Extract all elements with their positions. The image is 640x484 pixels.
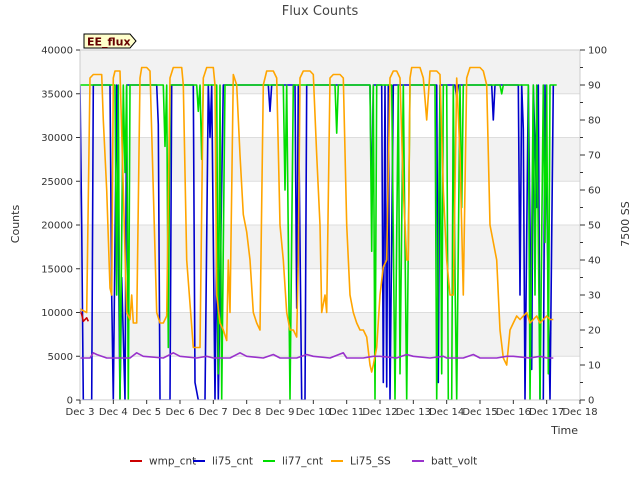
legend-item: wmp_cnt: [130, 456, 196, 468]
legend-label: Li75_SS: [350, 456, 391, 468]
x-tick-label: Dec 15: [462, 407, 497, 418]
y-tick-label: 30000: [41, 133, 73, 144]
y-tick-label: 15000: [41, 264, 73, 275]
legend-item: batt_volt: [412, 456, 477, 468]
grid-band: [80, 312, 580, 357]
y2-tick-label: 40: [588, 256, 601, 267]
y2-tick-label: 10: [588, 361, 601, 372]
chart-canvas: Dec 3 Dec 4 Dec 5 Dec 6 Dec 7 Dec 8 Dec 9 Dec 1…: [9, 4, 632, 468]
x-tick-label: Dec 12: [362, 407, 397, 418]
x-tick-label: Dec 6: [166, 407, 195, 418]
y2-tick-label: 80: [588, 116, 601, 127]
x-tick-label: Dec 16: [496, 407, 531, 418]
legend-label: li75_cnt: [212, 456, 253, 468]
x-tick-label: Dec 9: [266, 407, 295, 418]
y-tick-label: 20000: [41, 221, 73, 232]
x-axis: Dec 3 Dec 4 Dec 5 Dec 6 Dec 7 Dec 8 Dec 9 Dec 1…: [66, 400, 598, 418]
y-tick-label: 40000: [41, 46, 73, 57]
y-tick-label: 5000: [48, 352, 73, 363]
y2-tick-label: 60: [588, 186, 601, 197]
y-tick-label: 25000: [41, 177, 73, 188]
y2-tick-label: 0: [588, 396, 594, 407]
x-tick-label: Dec 17: [529, 407, 564, 418]
y2-tick-label: 30: [588, 291, 601, 302]
chart-title: Flux Counts: [282, 4, 359, 19]
legend-label: wmp_cnt: [149, 456, 196, 468]
x-tick-label: Dec 18: [562, 407, 597, 418]
legend-label: li77_cnt: [282, 456, 323, 468]
y-tick-label: 35000: [41, 89, 73, 100]
x-tick-label: Dec 13: [396, 407, 431, 418]
legend-item: li77_cnt: [263, 456, 323, 468]
x-tick-label: Dec 4: [99, 407, 128, 418]
x-tick-label: Dec 10: [296, 407, 331, 418]
y-tick-label: 0: [67, 396, 73, 407]
y2-tick-label: 20: [588, 326, 601, 337]
y2-tick-label: 100: [588, 46, 607, 57]
ee-flux-badge-label: EE_flux: [87, 36, 131, 49]
y2-axis: 0 10 20 30 40 50 60 70 80 90 100: [580, 46, 607, 407]
flux-counts-chart: Dec 3 Dec 4 Dec 5 Dec 6 Dec 7 Dec 8 Dec 9 Dec 1…: [0, 0, 640, 480]
x-tick-label: Dec 5: [132, 407, 161, 418]
y-axis-label: Counts: [9, 205, 22, 244]
ee-flux-badge: EE_flux: [83, 33, 137, 49]
x-tick-label: Dec 3: [66, 407, 95, 418]
y2-tick-label: 50: [588, 221, 601, 232]
x-tick-label: Dec 7: [199, 407, 228, 418]
x-tick-label: Dec 11: [329, 407, 364, 418]
legend-label: batt_volt: [431, 456, 477, 468]
legend-item: Li75_SS: [331, 456, 391, 468]
y2-tick-label: 70: [588, 151, 601, 162]
y2-tick-label: 90: [588, 81, 601, 92]
legend: wmp_cnt li75_cnt li77_cnt Li75_SS batt_volt: [130, 456, 477, 468]
y-axis: 0 5000 10000 15000 20000 25000 30000 35000 40000: [41, 46, 80, 407]
x-tick-label: Dec 8: [232, 407, 261, 418]
x-axis-label: Time: [550, 424, 578, 437]
y-tick-label: 10000: [41, 308, 73, 319]
grid-band: [80, 137, 580, 182]
legend-item: li75_cnt: [193, 456, 253, 468]
y2-axis-label: 7500 SS: [619, 201, 632, 246]
x-tick-label: Dec 14: [429, 407, 464, 418]
